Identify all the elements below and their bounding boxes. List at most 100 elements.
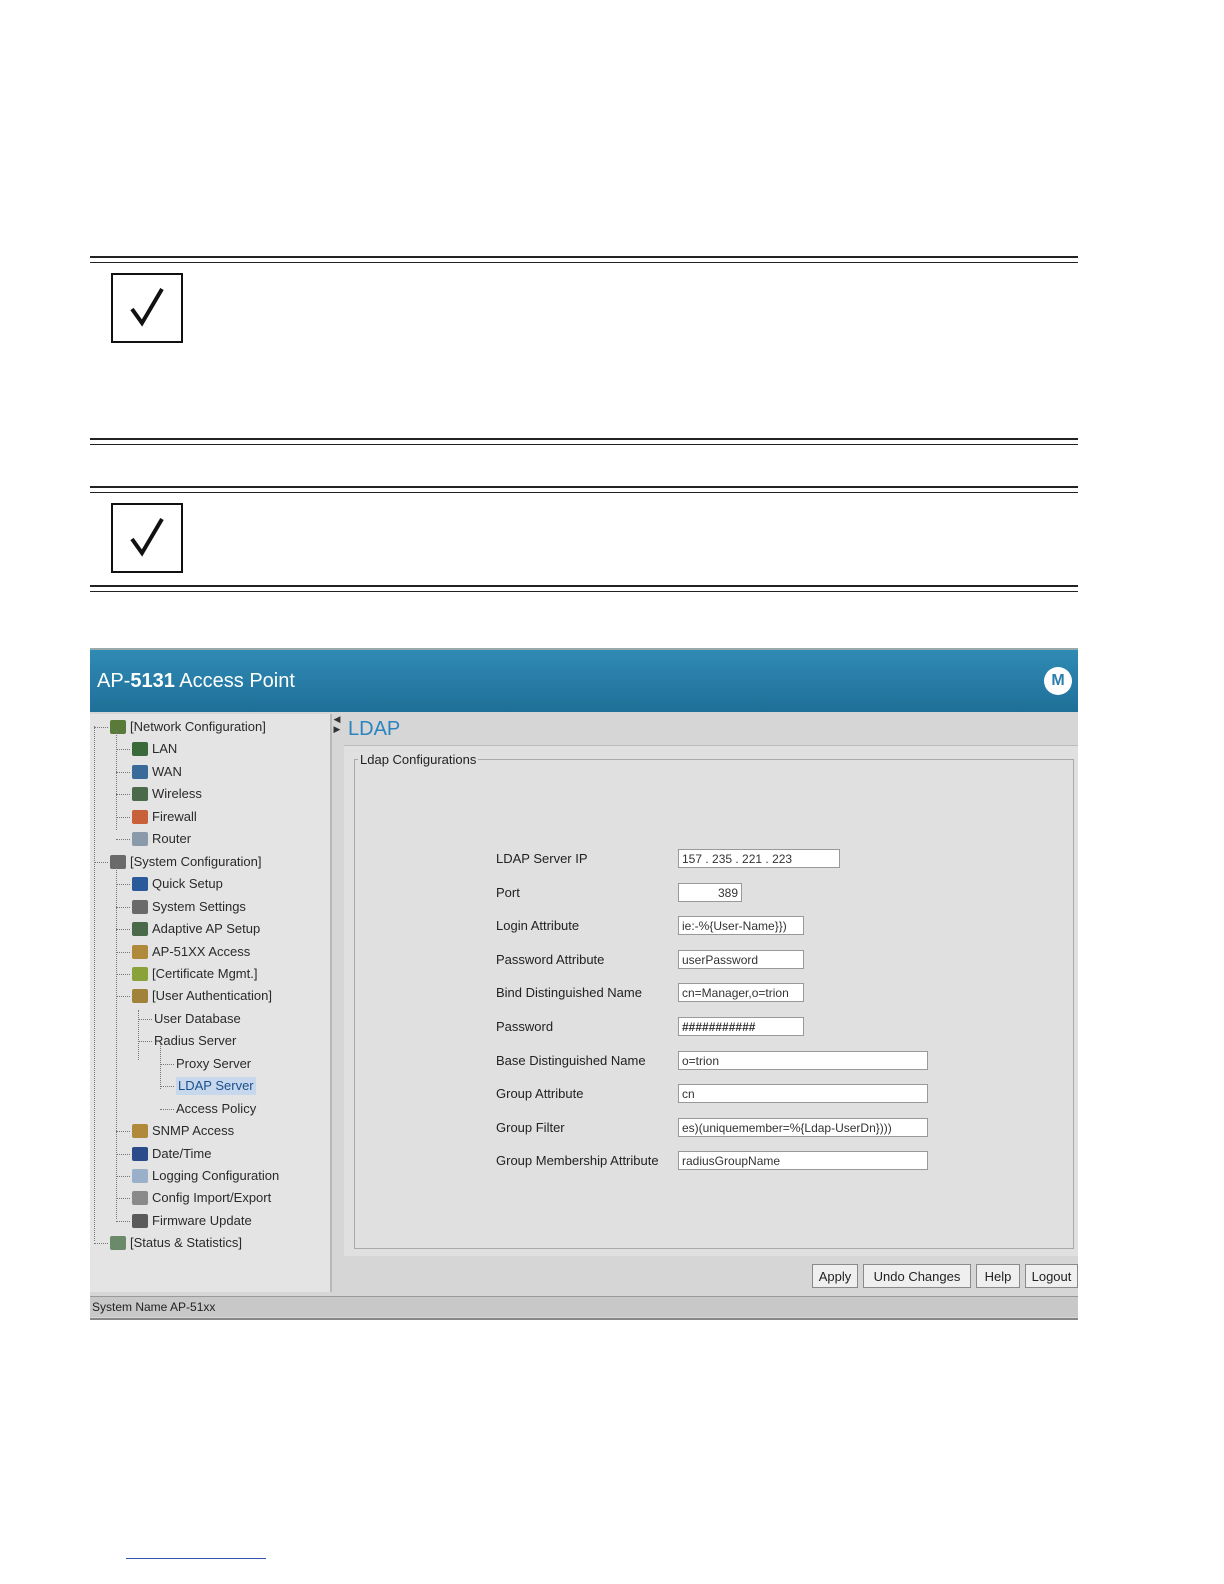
wireless-icon bbox=[132, 787, 148, 802]
nav-item-ap-51xx-access[interactable]: AP-51XX Access bbox=[132, 943, 250, 961]
lan-icon bbox=[132, 742, 148, 757]
tree-connector bbox=[160, 1063, 174, 1065]
note-check-icon bbox=[111, 273, 183, 343]
nav-item-quick-setup[interactable]: Quick Setup bbox=[132, 875, 223, 893]
app-title: AP-5131 Access Point bbox=[97, 670, 295, 692]
nav-item-label: [Status & Statistics] bbox=[130, 1235, 242, 1251]
tree-connector bbox=[116, 1220, 130, 1222]
tree-connector bbox=[138, 1018, 152, 1020]
app-window: AP-5131 Access Point M [Network Configur… bbox=[90, 648, 1078, 1320]
nav-item-system-settings[interactable]: System Settings bbox=[132, 898, 246, 916]
nav-item-user-authentication[interactable]: [User Authentication] bbox=[132, 987, 272, 1005]
user-auth-icon bbox=[132, 989, 148, 1004]
tree-branch bbox=[160, 1044, 161, 1089]
nav-item-router[interactable]: Router bbox=[132, 830, 191, 848]
password-attribute-input[interactable]: userPassword bbox=[678, 949, 804, 969]
tree-connector bbox=[116, 771, 130, 773]
login-attribute-input[interactable]: ie:-%{User-Name}}) bbox=[678, 916, 804, 936]
network-icon bbox=[110, 720, 126, 734]
nav-item-label: System Settings bbox=[152, 898, 246, 914]
group-membership-attribute-input[interactable]: radiusGroupName bbox=[678, 1151, 928, 1171]
login-attribute-label: Login Attribute bbox=[496, 918, 580, 934]
tree-connector bbox=[116, 1153, 130, 1155]
nav-item-label: SNMP Access bbox=[152, 1123, 235, 1139]
nav-item-config-import-export[interactable]: Config Import/Export bbox=[132, 1189, 271, 1207]
tree-branch bbox=[116, 730, 117, 830]
tree-trunk bbox=[94, 726, 95, 1241]
snmp-icon bbox=[132, 1124, 148, 1139]
nav-item-label: Date/Time bbox=[152, 1145, 212, 1161]
status-bar: System Name AP-51xx bbox=[90, 1296, 1078, 1317]
undo-changes-button[interactable]: Undo Changes bbox=[863, 1264, 971, 1288]
nav-item-lan[interactable]: LAN bbox=[132, 740, 177, 758]
nav-item-label: [Certificate Mgmt.] bbox=[152, 965, 258, 981]
tree-connector bbox=[138, 1041, 152, 1043]
note2-check-icon bbox=[111, 503, 183, 573]
nav-item-adaptive-ap-setup[interactable]: Adaptive AP Setup bbox=[132, 920, 260, 938]
tree-branch bbox=[138, 1010, 139, 1060]
password-input[interactable]: ########### bbox=[678, 1017, 804, 1036]
nav-item-label: Logging Configuration bbox=[152, 1168, 280, 1183]
nav-item-proxy-server[interactable]: Proxy Server bbox=[176, 1055, 251, 1073]
nav-item-label: Radius Server bbox=[154, 1033, 237, 1049]
import-export-icon bbox=[132, 1191, 148, 1206]
nav-item-access-policy[interactable]: Access Policy bbox=[176, 1100, 256, 1118]
nav-item-snmp-access[interactable]: SNMP Access bbox=[132, 1122, 234, 1140]
tree-connector bbox=[116, 973, 130, 975]
group-filter-label: Group Filter bbox=[496, 1119, 565, 1135]
note-bottom-rule-1 bbox=[90, 438, 1078, 440]
note-top-rule-2 bbox=[90, 262, 1078, 263]
ldap-server-ip-label: LDAP Server IP bbox=[496, 851, 588, 866]
base-distinguished-name-input[interactable]: o=trion bbox=[678, 1050, 928, 1070]
nav-item-ldap-server[interactable]: LDAP Server bbox=[176, 1077, 256, 1096]
logout-button[interactable]: Logout bbox=[1025, 1264, 1078, 1288]
footer-link-underline bbox=[126, 1558, 266, 1559]
nav-item-label: Router bbox=[152, 831, 192, 847]
apply-button[interactable]: Apply bbox=[812, 1264, 858, 1288]
firmware-icon bbox=[132, 1213, 148, 1228]
nav-item-status-statistics[interactable]: [Status & Statistics] bbox=[110, 1234, 242, 1252]
bind-distinguished-name-label: Bind Distinguished Name bbox=[496, 985, 642, 1001]
nav-item-firmware-update[interactable]: Firmware Update bbox=[132, 1212, 252, 1230]
group-filter-input[interactable]: es)(uniquemember=%{Ldap-UserDn}))) bbox=[678, 1117, 928, 1137]
nav-item-certificate-mgmt[interactable]: [Certificate Mgmt.] bbox=[132, 965, 257, 983]
nav-item-radius-server[interactable]: Radius Server bbox=[154, 1032, 236, 1050]
nav-item-label: User Database bbox=[154, 1010, 241, 1026]
tree-connector bbox=[94, 727, 108, 728]
tree-connector bbox=[116, 1198, 130, 1200]
tree-connector bbox=[116, 816, 130, 818]
ldap-server-ip-input[interactable]: 157 . 235 . 221 . 223 bbox=[678, 849, 840, 868]
navigation-tree: [Network Configuration] LAN WAN Wireless Fir… bbox=[90, 714, 332, 1292]
adaptive-ap-icon bbox=[132, 922, 148, 937]
tree-connector bbox=[116, 794, 130, 796]
nav-item-network-configuration[interactable]: [Network Configuration] bbox=[110, 718, 266, 736]
wan-icon bbox=[132, 764, 148, 779]
tree-connector bbox=[94, 1243, 108, 1245]
tree-connector bbox=[116, 839, 130, 841]
nav-item-label: Access Policy bbox=[176, 1100, 257, 1116]
nav-item-label: Config Import/Export bbox=[152, 1190, 272, 1206]
port-input[interactable]: 389 bbox=[678, 882, 742, 902]
nav-item-label: [System Configuration] bbox=[130, 853, 262, 869]
nav-item-label: Firewall bbox=[152, 808, 197, 824]
nav-item-system-configuration[interactable]: [System Configuration] bbox=[110, 853, 262, 871]
nav-item-date-time[interactable]: Date/Time bbox=[132, 1145, 211, 1163]
nav-item-label: Adaptive AP Setup bbox=[152, 921, 261, 937]
nav-item-wan[interactable]: WAN bbox=[132, 763, 182, 781]
nav-item-user-database[interactable]: User Database bbox=[154, 1010, 241, 1028]
nav-item-logging-configuration[interactable]: Logging Configuration bbox=[132, 1167, 279, 1185]
note2-top-rule-1 bbox=[90, 486, 1078, 488]
panel-splitter[interactable]: ◀ ▶ bbox=[332, 714, 342, 1292]
note2-bottom-rule-1 bbox=[90, 585, 1078, 587]
help-button[interactable]: Help bbox=[976, 1264, 1020, 1288]
nav-item-firewall[interactable]: Firewall bbox=[132, 808, 197, 826]
bind-distinguished-name-input[interactable]: cn=Manager,o=trion bbox=[678, 983, 804, 1003]
nav-item-label: LAN bbox=[152, 741, 178, 757]
tree-connector bbox=[116, 929, 130, 931]
tree-connector bbox=[116, 749, 130, 751]
nav-item-label: Quick Setup bbox=[152, 876, 223, 892]
password-attribute-label: Password Attribute bbox=[496, 951, 605, 967]
nav-item-wireless[interactable]: Wireless bbox=[132, 785, 202, 803]
nav-item-label: WAN bbox=[152, 763, 182, 779]
group-attribute-input[interactable]: cn bbox=[678, 1084, 928, 1104]
